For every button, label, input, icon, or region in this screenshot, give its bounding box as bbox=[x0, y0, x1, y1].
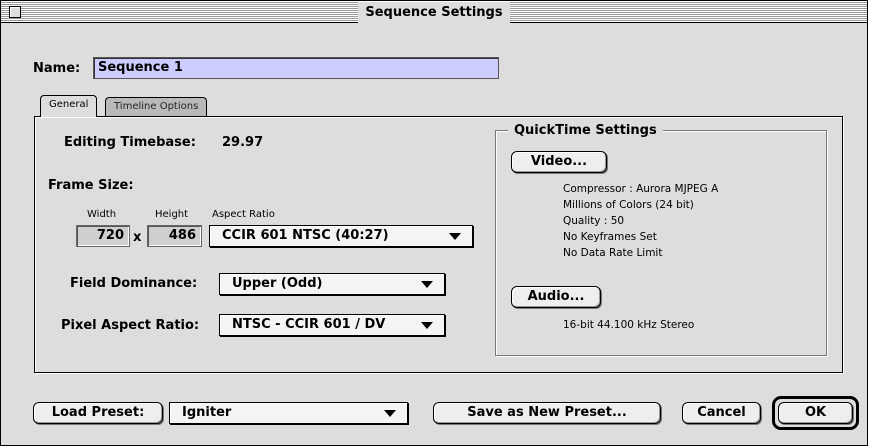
width-label: Width bbox=[87, 209, 117, 220]
video-colors-info: Millions of Colors (24 bit) bbox=[563, 199, 694, 211]
sequence-settings-dialog: Sequence Settings Name: Sequence 1 Gener… bbox=[0, 0, 868, 446]
pixel-aspect-ratio-value: NTSC - CCIR 601 / DV bbox=[232, 317, 386, 332]
quicktime-settings-title: QuickTime Settings bbox=[508, 123, 663, 139]
field-dominance-value: Upper (Odd) bbox=[232, 276, 323, 291]
tab-general[interactable]: General bbox=[40, 95, 98, 117]
audio-format-info: 16-bit 44.100 kHz Stereo bbox=[563, 319, 695, 331]
sequence-name-input[interactable]: Sequence 1 bbox=[93, 57, 499, 79]
load-preset-button[interactable]: Load Preset: bbox=[33, 402, 163, 424]
pixel-aspect-ratio-popup[interactable]: NTSC - CCIR 601 / DV bbox=[219, 314, 445, 336]
preset-popup[interactable]: Igniter bbox=[169, 402, 408, 424]
field-dominance-popup[interactable]: Upper (Odd) bbox=[219, 273, 445, 295]
height-field[interactable]: 486 bbox=[147, 225, 202, 247]
field-dominance-label: Field Dominance: bbox=[70, 276, 198, 291]
aspect-ratio-popup[interactable]: CCIR 601 NTSC (40:27) bbox=[209, 225, 473, 247]
title-bar[interactable]: Sequence Settings bbox=[1, 1, 867, 23]
frame-size-label: Frame Size: bbox=[48, 178, 134, 193]
save-as-new-preset-button[interactable]: Save as New Preset... bbox=[433, 402, 661, 424]
video-compressor-info: Compressor : Aurora MJPEG A bbox=[563, 183, 719, 195]
pixel-aspect-ratio-label: Pixel Aspect Ratio: bbox=[61, 318, 200, 333]
tab-timeline-options[interactable]: Timeline Options bbox=[105, 97, 208, 116]
chevron-down-icon bbox=[384, 410, 396, 417]
preset-value: Igniter bbox=[182, 405, 232, 420]
video-data-rate-info: No Data Rate Limit bbox=[563, 247, 663, 259]
window-title: Sequence Settings bbox=[358, 2, 510, 23]
chevron-down-icon bbox=[449, 233, 461, 240]
aspect-ratio-label: Aspect Ratio bbox=[212, 209, 275, 220]
ok-button[interactable]: OK bbox=[778, 402, 853, 424]
cancel-button[interactable]: Cancel bbox=[682, 402, 761, 424]
audio-button[interactable]: Audio... bbox=[511, 286, 601, 308]
times-symbol: x bbox=[133, 230, 142, 245]
editing-timebase-label: Editing Timebase: bbox=[64, 135, 196, 150]
editing-timebase-value: 29.97 bbox=[222, 135, 264, 150]
video-button[interactable]: Video... bbox=[511, 151, 607, 173]
video-keyframes-info: No Keyframes Set bbox=[563, 231, 657, 243]
aspect-ratio-value: CCIR 601 NTSC (40:27) bbox=[222, 228, 389, 243]
chevron-down-icon bbox=[421, 281, 433, 288]
video-quality-info: Quality : 50 bbox=[563, 215, 625, 227]
name-label: Name: bbox=[33, 61, 81, 76]
chevron-down-icon bbox=[421, 322, 433, 329]
height-label: Height bbox=[155, 209, 189, 220]
width-field[interactable]: 720 bbox=[76, 225, 130, 247]
